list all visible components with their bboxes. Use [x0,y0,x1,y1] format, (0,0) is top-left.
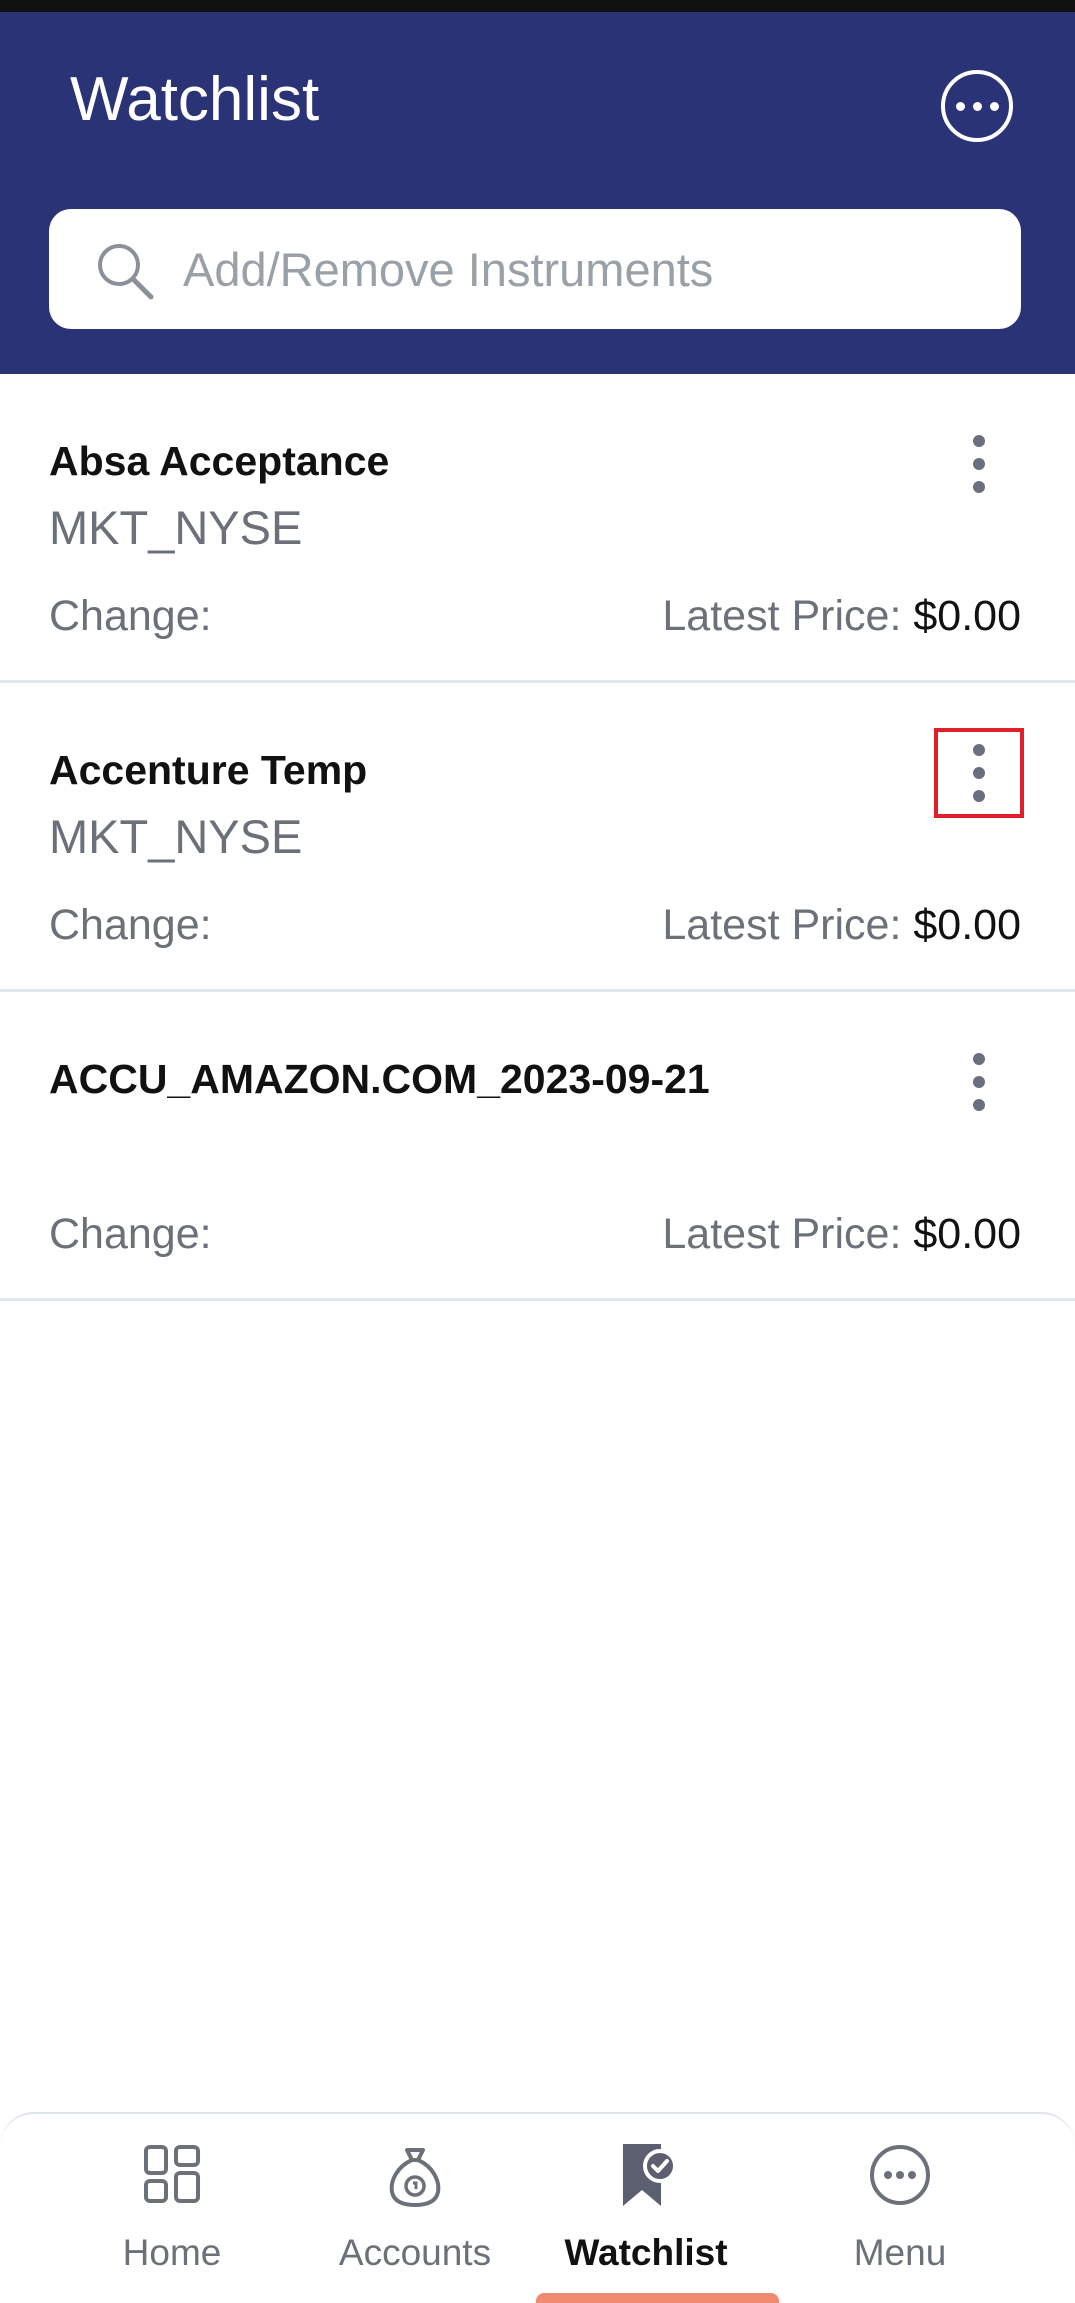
watchlist-screen: Watchlist Absa Acceptance MKT_NYSE Chang… [0,0,1075,2303]
more-circle-icon [870,2145,930,2205]
more-dot [989,101,999,111]
kebab-dot [973,458,985,470]
bottom-navigation: Home Accounts Watchlist Menu [0,2112,1075,2303]
more-dot [972,101,982,111]
more-options-button[interactable] [941,70,1013,142]
latest-price-label: Latest Price: [662,901,902,949]
money-bag-icon [389,2148,441,2207]
instrument-list: Absa Acceptance MKT_NYSE Change: Latest … [0,374,1075,1301]
list-item[interactable]: ACCU_AMAZON.COM_2023-09-21 Change: Lates… [0,992,1075,1301]
nav-label-accounts: Accounts [338,2232,492,2273]
page-title: Watchlist [70,65,320,134]
latest-price: Latest Price: $0.00 [662,899,1021,951]
search-input[interactable] [183,229,983,309]
item-menu-button[interactable] [934,419,1024,509]
list-item[interactable]: Accenture Temp MKT_NYSE Change: Latest P… [0,683,1075,992]
latest-price-value: $0.00 [913,901,1021,949]
header: Watchlist [0,12,1075,374]
nav-label-home: Home [122,2232,222,2273]
latest-price: Latest Price: $0.00 [662,1208,1021,1260]
kebab-dot [973,1076,985,1088]
list-item[interactable]: Absa Acceptance MKT_NYSE Change: Latest … [0,374,1075,683]
kebab-dot [973,790,985,802]
nav-item-watchlist[interactable]: Watchlist [556,2114,736,2303]
latest-price-label: Latest Price: [662,1210,902,1258]
instrument-market: MKT_NYSE [49,810,303,863]
latest-price-label: Latest Price: [662,592,902,640]
nav-label-menu: Menu [853,2232,947,2273]
search-bar[interactable] [49,209,1021,329]
nav-label-watchlist: Watchlist [564,2232,728,2273]
nav-item-accounts[interactable]: Accounts [330,2114,500,2303]
nav-item-home[interactable]: Home [92,2114,252,2303]
kebab-vertical-icon [973,744,985,756]
latest-price: Latest Price: $0.00 [662,590,1021,642]
more-horizontal-circle-icon [955,101,965,111]
instrument-market: MKT_NYSE [49,501,303,554]
latest-price-value: $0.00 [913,1210,1021,1258]
item-menu-button[interactable] [934,1037,1024,1127]
kebab-dot [973,767,985,779]
instrument-name: ACCU_AMAZON.COM_2023-09-21 [49,1056,710,1102]
kebab-vertical-icon [973,435,985,447]
kebab-dot [973,1099,985,1111]
instrument-name: Accenture Temp [49,747,368,793]
kebab-dot [973,481,985,493]
instrument-name: Absa Acceptance [49,438,390,484]
change-label: Change: [49,901,212,949]
kebab-vertical-icon [973,1053,985,1065]
item-menu-button-highlighted[interactable] [934,728,1024,818]
latest-price-value: $0.00 [913,592,1021,640]
bookmark-check-icon [623,2144,677,2206]
active-tab-indicator [536,2293,779,2303]
nav-item-menu[interactable]: Menu [830,2114,970,2303]
home-grid-icon [144,2145,200,2203]
change-label: Change: [49,592,212,640]
status-bar [0,0,1075,12]
search-icon [98,244,154,300]
change-label: Change: [49,1210,212,1258]
